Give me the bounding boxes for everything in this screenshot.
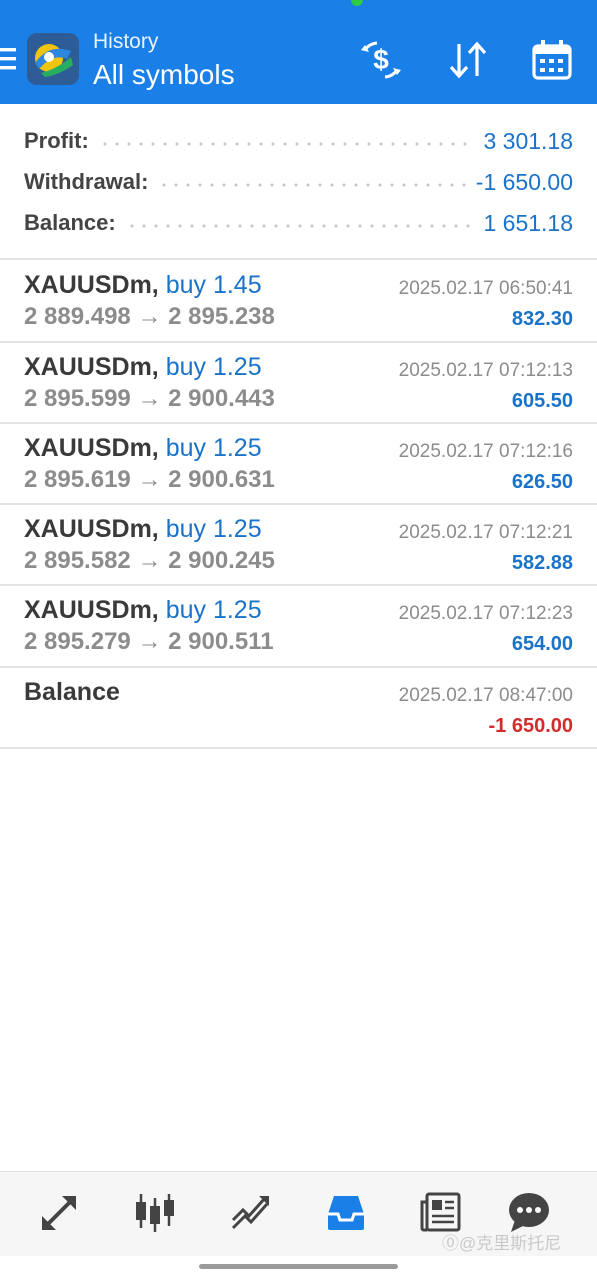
trade-row[interactable]: XAUUSDm, buy 1.45 2 889.498 → 2 895.238 …	[0, 261, 597, 341]
trade-side: buy 1.25	[165, 353, 262, 381]
trade-row[interactable]: XAUUSDm, buy 1.25 2 895.599 → 2 900.443 …	[0, 343, 597, 423]
balance-entry-label: Balance	[24, 678, 120, 706]
trade-prices: 2 895.599 → 2 900.443	[24, 385, 275, 412]
trade-prices: 2 895.582 → 2 900.245	[24, 547, 275, 574]
deposit-withdraw-icon[interactable]: $	[359, 38, 403, 82]
profit-label: Profit:	[24, 128, 89, 153]
status-notch	[351, 0, 363, 6]
trade-profit: 605.50	[511, 390, 573, 412]
app-bar: History All symbols $	[0, 0, 597, 104]
trade-profit: 582.88	[511, 552, 573, 574]
symbol-filter-title[interactable]: All symbols	[93, 59, 235, 91]
trade-symbol: XAUUSDm, buy 1.25	[24, 434, 262, 462]
profit-value: 3 301.18	[483, 127, 573, 154]
trade-profit: 832.30	[511, 308, 573, 330]
balance-entry-time: 2025.02.17 08:47:00	[398, 685, 573, 706]
screen-subtitle: History	[93, 30, 159, 53]
balance-label: Balance:	[24, 210, 116, 235]
trade-prices: 2 895.619 → 2 900.631	[24, 466, 275, 493]
metatrader-logo-icon	[27, 33, 79, 85]
balance-row: Balance: 1 651.18	[24, 206, 573, 240]
trade-profit: 654.00	[511, 633, 573, 655]
trade-side: buy 1.25	[165, 515, 262, 543]
trade-side: buy 1.25	[165, 596, 262, 624]
chat-icon[interactable]	[507, 1190, 551, 1234]
trade-row[interactable]: XAUUSDm, buy 1.25 2 895.619 → 2 900.631 …	[0, 424, 597, 504]
trade-row[interactable]: XAUUSDm, buy 1.25 2 895.582 → 2 900.245 …	[0, 505, 597, 585]
quotes-icon[interactable]	[38, 1190, 82, 1234]
trade-side: buy 1.45	[165, 271, 262, 299]
summary-panel: Profit: 3 301.18 Withdrawal: -1 650.00 B…	[0, 104, 597, 258]
news-icon[interactable]	[419, 1190, 463, 1234]
trade-symbol: XAUUSDm, buy 1.25	[24, 515, 262, 543]
home-indicator[interactable]	[199, 1264, 398, 1269]
trade-time: 2025.02.17 07:12:13	[398, 360, 573, 381]
chart-icon[interactable]	[133, 1190, 177, 1234]
history-icon[interactable]	[324, 1190, 368, 1234]
balance-value: 1 651.18	[483, 209, 573, 236]
trade-icon[interactable]	[229, 1190, 273, 1234]
dotted-leader	[98, 142, 474, 146]
trade-profit: 626.50	[511, 471, 573, 493]
withdrawal-row: Withdrawal: -1 650.00	[24, 165, 573, 199]
trade-time: 2025.02.17 07:12:16	[398, 441, 573, 462]
trade-symbol: XAUUSDm, buy 1.45	[24, 271, 262, 299]
trade-time: 2025.02.17 07:12:23	[398, 603, 573, 624]
trade-side: buy 1.25	[165, 434, 262, 462]
trade-time: 2025.02.17 07:12:21	[398, 522, 573, 543]
trade-symbol: XAUUSDm, buy 1.25	[24, 353, 262, 381]
menu-icon[interactable]	[0, 44, 20, 74]
trade-prices: 2 889.498 → 2 895.238	[24, 303, 275, 330]
svg-text:$: $	[373, 44, 389, 75]
dotted-leader	[125, 224, 474, 228]
trade-row[interactable]: XAUUSDm, buy 1.25 2 895.279 → 2 900.511 …	[0, 586, 597, 666]
balance-entry-amount: -1 650.00	[488, 715, 573, 737]
divider	[0, 747, 597, 749]
balance-entry-row[interactable]: Balance 2025.02.17 08:47:00 -1 650.00	[0, 668, 597, 748]
withdrawal-value: -1 650.00	[475, 168, 573, 195]
trade-time: 2025.02.17 06:50:41	[398, 278, 573, 299]
dotted-leader	[158, 183, 466, 187]
trade-prices: 2 895.279 → 2 900.511	[24, 628, 274, 655]
sort-icon[interactable]	[446, 38, 490, 82]
trade-symbol: XAUUSDm, buy 1.25	[24, 596, 262, 624]
profit-row: Profit: 3 301.18	[24, 124, 573, 158]
divider	[0, 258, 597, 260]
calendar-icon[interactable]	[530, 38, 574, 82]
withdrawal-label: Withdrawal:	[24, 169, 149, 194]
watermark: ⓪@克里斯托尼	[442, 1234, 562, 1253]
